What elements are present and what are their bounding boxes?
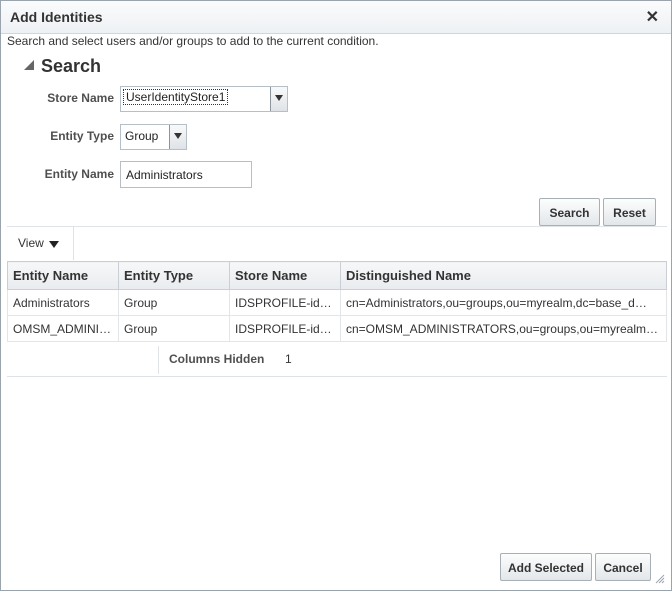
store-name-select[interactable]: UserIdentityStore1	[120, 86, 288, 112]
column-header-entity-type[interactable]: Entity Type	[118, 261, 230, 290]
collapse-triangle-icon[interactable]	[23, 59, 35, 71]
table-footer-separator	[7, 376, 667, 377]
cell-store-name: IDSPROFILE-id…	[229, 289, 341, 316]
cell-entity-type: Group	[118, 315, 230, 342]
table-row[interactable]: Administrators Group IDSPROFILE-id… cn=A…	[7, 289, 667, 316]
cell-distinguished-name: cn=Administrators,ou=groups,ou=myrealm,d…	[340, 289, 667, 316]
cell-store-name: IDSPROFILE-id…	[229, 315, 341, 342]
dialog-title: Add Identities	[10, 9, 103, 25]
view-menu[interactable]: View	[18, 236, 44, 250]
results-table: Entity Name Entity Type Store Name Disti…	[7, 261, 667, 342]
column-header-store-name[interactable]: Store Name	[229, 261, 341, 290]
entity-type-select[interactable]: Group	[120, 124, 187, 150]
chevron-down-icon	[174, 133, 182, 139]
search-heading: Search	[41, 56, 102, 76]
entity-type-label: Entity Type	[50, 129, 114, 143]
close-icon[interactable]: ✕	[646, 7, 659, 27]
dialog-title-bar: Add Identities ✕	[1, 1, 671, 34]
entity-type-value: Group	[125, 129, 159, 143]
add-selected-button[interactable]: Add Selected	[500, 553, 592, 581]
entity-name-label: Entity Name	[44, 167, 114, 181]
chevron-down-icon	[275, 95, 283, 101]
cell-distinguished-name: cn=OMSM_ADMINISTRATORS,ou=groups,ou=myre…	[340, 315, 667, 342]
columns-hidden-count: 1	[285, 352, 292, 366]
cancel-button[interactable]: Cancel	[595, 553, 651, 581]
resize-grip-icon[interactable]	[655, 574, 665, 584]
entity-name-input[interactable]: Administrators	[120, 161, 252, 188]
store-name-value: UserIdentityStore1	[123, 89, 229, 105]
table-header-row: Entity Name Entity Type Store Name Disti…	[7, 261, 667, 290]
add-identities-dialog: Add Identities ✕ Search and select users…	[0, 0, 672, 591]
columns-hidden-label: Columns Hidden	[169, 352, 265, 366]
reset-button[interactable]: Reset	[603, 198, 656, 226]
cell-entity-name: Administrators	[7, 289, 119, 316]
store-name-dropdown-button[interactable]	[270, 87, 287, 111]
store-name-label: Store Name	[47, 91, 114, 105]
entity-type-dropdown-button[interactable]	[169, 125, 186, 149]
search-button[interactable]: Search	[539, 198, 600, 226]
search-results-separator	[7, 226, 667, 227]
dialog-description: Search and select users and/or groups to…	[7, 34, 379, 48]
cell-entity-type: Group	[118, 289, 230, 316]
table-row[interactable]: OMSM_ADMINI… Group IDSPROFILE-id… cn=OMS…	[7, 315, 667, 342]
status-divider	[158, 346, 159, 374]
toolbar-divider	[73, 227, 74, 260]
cell-entity-name: OMSM_ADMINI…	[7, 315, 119, 342]
column-header-entity-name[interactable]: Entity Name	[7, 261, 119, 290]
column-header-distinguished-name[interactable]: Distinguished Name	[340, 261, 667, 290]
view-dropdown-arrow-icon[interactable]	[49, 241, 59, 248]
